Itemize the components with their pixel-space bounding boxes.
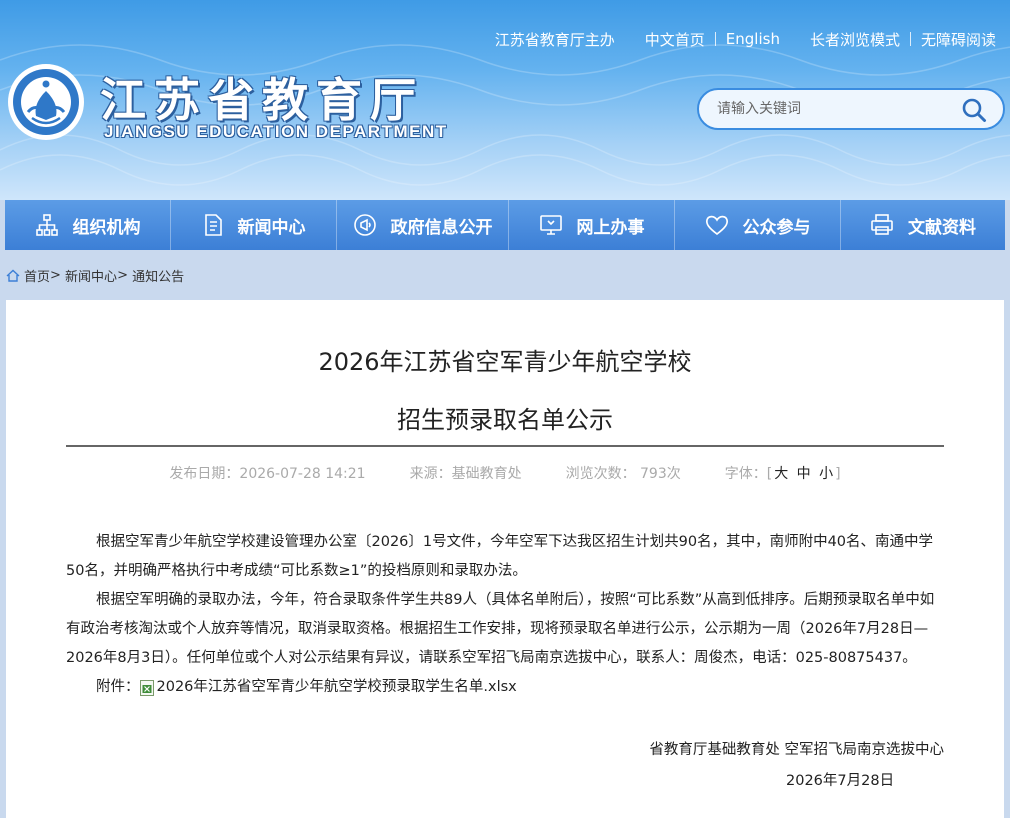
accessibility-link[interactable]: 无障碍阅读 xyxy=(921,29,996,50)
nav-label: 政府信息公开 xyxy=(390,217,493,238)
nav-label: 公众参与 xyxy=(742,217,811,238)
nav-label: 新闻中心 xyxy=(237,217,306,238)
article-source: 来源：基础教育处 xyxy=(409,466,522,482)
nav-item-organization[interactable]: 组织机构 xyxy=(5,200,171,250)
breadcrumb-home[interactable]: 首页 xyxy=(24,266,50,285)
nav-item-news[interactable]: 新闻中心 xyxy=(171,200,337,250)
search-icon[interactable] xyxy=(961,97,987,123)
monitor-icon xyxy=(539,215,562,235)
top-links: 江苏省教育厅主办 中文首页 English 长者浏览模式 无障碍阅读 xyxy=(495,28,996,50)
xlsx-file-icon xyxy=(139,679,154,696)
publish-date: 发布日期：2026-07-28 14:21 xyxy=(169,466,366,482)
heart-icon xyxy=(705,215,728,236)
nav-label: 组织机构 xyxy=(72,217,141,238)
site-header: 江苏省教育厅主办 中文首页 English 长者浏览模式 无障碍阅读 江苏省教育… xyxy=(0,0,1010,200)
education-department-logo[interactable] xyxy=(6,62,86,142)
font-size-close: ] xyxy=(835,466,841,482)
article-title-line1: 2026年江苏省空军青少年航空学校 xyxy=(318,348,692,376)
home-icon xyxy=(6,269,20,282)
nav-item-online-services[interactable]: 网上办事 xyxy=(509,200,675,250)
font-size-label: 字体：[ xyxy=(724,466,773,482)
article-body: 根据空军青少年航空学校建设管理办公室〔2026〕1号文件，今年空军下达我区招生计… xyxy=(66,528,946,702)
nav-label: 文献资料 xyxy=(908,217,976,238)
elder-mode-link[interactable]: 长者浏览模式 xyxy=(810,29,900,50)
search-input[interactable] xyxy=(717,98,947,120)
title-divider xyxy=(66,445,944,447)
sign-date: 2026年7月28日 xyxy=(786,773,895,789)
site-subtitle: JIANGSU EDUCATION DEPARTMENT xyxy=(104,122,448,141)
breadcrumb: 首页 > 新闻中心 > 通知公告 xyxy=(6,266,184,285)
chinese-home-link[interactable]: 中文首页 xyxy=(645,29,705,50)
document-icon xyxy=(204,214,222,236)
font-small-button[interactable]: 小 xyxy=(817,466,835,482)
breadcrumb-news[interactable]: 新闻中心 xyxy=(65,266,117,285)
search-box xyxy=(697,88,1005,130)
nav-item-gov-info[interactable]: 政府信息公开 xyxy=(337,200,509,250)
article-meta: 发布日期：2026-07-28 14:21 来源：基础教育处 浏览次数： 793… xyxy=(6,463,1004,483)
attachment-label: 附件： xyxy=(96,679,140,695)
nav-item-documents[interactable]: 文献资料 xyxy=(841,200,1005,250)
article-paragraph: 根据空军明确的录取办法，今年，符合录取条件学生共89人（具体名单附后），按照“可… xyxy=(66,592,935,666)
site-title: 江苏省教育厅 xyxy=(100,73,424,127)
attachment-link[interactable]: 2026年江苏省空军青少年航空学校预录取学生名单.xlsx xyxy=(157,673,517,702)
english-link[interactable]: English xyxy=(726,30,780,48)
nav-item-public-participation[interactable]: 公众参与 xyxy=(675,200,841,250)
font-medium-button[interactable]: 中 xyxy=(795,466,813,482)
font-large-button[interactable]: 大 xyxy=(772,466,790,482)
view-count: 浏览次数： 793次 xyxy=(565,466,681,482)
attachment-row: 附件： 2026年江苏省空军青少年航空学校预录取学生名单.xlsx xyxy=(66,673,946,702)
printer-icon xyxy=(871,214,893,235)
main-nav: 组织机构 新闻中心 政府信息公开 网上办事 公众参与 文献资料 xyxy=(5,200,1005,250)
article-paragraph: 根据空军青少年航空学校建设管理办公室〔2026〕1号文件，今年空军下达我区招生计… xyxy=(66,534,934,579)
breadcrumb-notices[interactable]: 通知公告 xyxy=(132,266,184,285)
font-size-switcher: 字体：[大 中 小] xyxy=(725,463,841,483)
signature: 省教育厅基础教育处 空军招飞局南京选拔中心 xyxy=(649,742,944,758)
host-label: 江苏省教育厅主办 xyxy=(494,30,615,49)
megaphone-icon xyxy=(353,214,376,236)
article-title-line2: 招生预录取名单公示 xyxy=(397,406,613,434)
org-chart-icon xyxy=(35,214,58,236)
article-content: 2026年江苏省空军青少年航空学校 招生预录取名单公示 发布日期：2026-07… xyxy=(6,300,1004,818)
nav-label: 网上办事 xyxy=(576,217,645,238)
